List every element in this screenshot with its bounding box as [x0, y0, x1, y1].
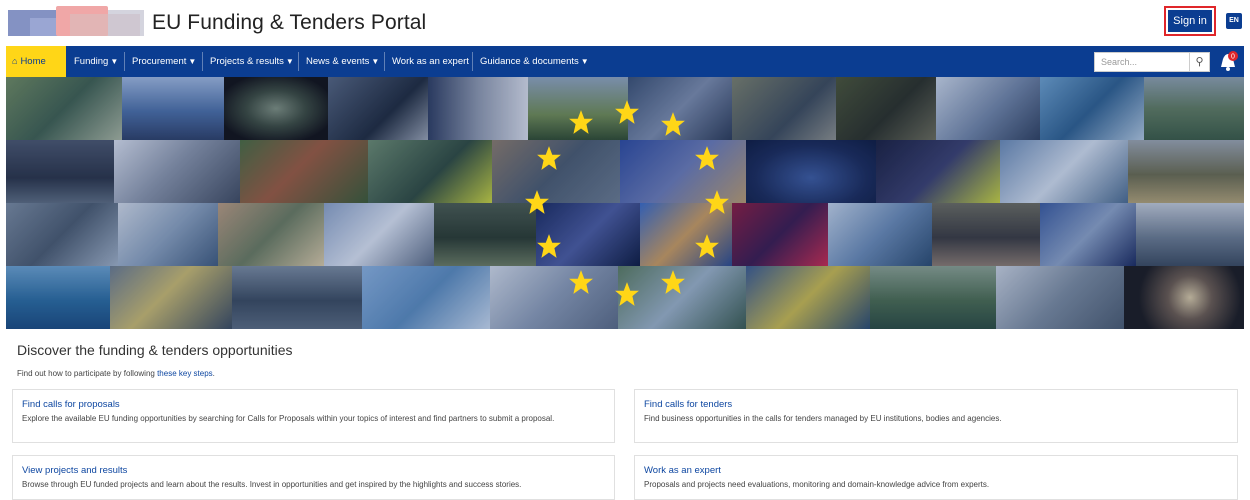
card-title[interactable]: Work as an expert — [644, 465, 721, 476]
sign-in-button[interactable]: Sign in — [1164, 6, 1216, 36]
nav-funding-label: Funding — [74, 56, 109, 67]
key-steps-link[interactable]: these key steps — [157, 369, 213, 378]
eu-star-icon — [661, 270, 685, 294]
notification-count: 0 — [1231, 54, 1235, 61]
eu-star-icon — [695, 234, 719, 258]
search-input[interactable]: Search... — [1094, 52, 1190, 72]
card-description: Browse through EU funded projects and le… — [22, 480, 522, 489]
intro-suffix: . — [212, 369, 215, 378]
nav-projects-label: Projects & results — [210, 56, 284, 67]
language-selector[interactable]: EN — [1226, 13, 1242, 29]
search-icon[interactable]: ⚲ — [1190, 52, 1210, 72]
eu-star-icon — [695, 146, 719, 170]
site-header: EU Funding & Tenders Portal Sign in EN — [0, 0, 1250, 46]
nav-funding[interactable]: Funding ▼ — [68, 46, 124, 77]
page-heading: Discover the funding & tenders opportuni… — [17, 342, 293, 358]
card-find-calls-tenders[interactable]: Find calls for tenders Find business opp… — [634, 389, 1238, 443]
nav-expert[interactable]: Work as an expert — [386, 46, 475, 77]
nav-guidance[interactable]: Guidance & documents ▼ — [474, 46, 595, 77]
intro-text: Find out how to participate by following… — [17, 369, 215, 378]
card-work-expert[interactable]: Work as an expert Proposals and projects… — [634, 455, 1238, 500]
nav-home-label: Home — [20, 56, 46, 67]
home-icon: ⌂ — [12, 56, 18, 66]
eu-star-icon — [569, 110, 593, 134]
card-title[interactable]: Find calls for tenders — [644, 399, 732, 410]
eu-star-icon — [537, 234, 561, 258]
portal-title[interactable]: EU Funding & Tenders Portal — [152, 11, 426, 35]
sign-in-label: Sign in — [1168, 10, 1212, 32]
eu-star-icon — [525, 190, 549, 214]
nav-home[interactable]: ⌂ Home — [6, 46, 66, 77]
nav-guidance-label: Guidance & documents — [480, 56, 579, 67]
eu-star-icon — [705, 190, 729, 214]
card-description: Explore the available EU funding opportu… — [22, 414, 555, 423]
nav-news-label: News & events — [306, 56, 370, 67]
eu-star-icon — [615, 282, 639, 306]
card-title[interactable]: Find calls for proposals — [22, 399, 120, 410]
card-title[interactable]: View projects and results — [22, 465, 127, 476]
card-description: Proposals and projects need evaluations,… — [644, 480, 990, 489]
nav-procurement-label: Procurement — [132, 56, 187, 67]
eu-logo[interactable] — [8, 6, 146, 40]
eu-star-icon — [569, 270, 593, 294]
nav-procurement[interactable]: Procurement ▼ — [126, 46, 202, 77]
eu-star-icon — [615, 100, 639, 124]
caret-down-icon: ▼ — [188, 57, 197, 66]
eu-star-icon — [537, 146, 561, 170]
caret-down-icon: ▼ — [110, 57, 119, 66]
caret-down-icon: ▼ — [285, 57, 294, 66]
caret-down-icon: ▼ — [580, 57, 589, 66]
nav-projects[interactable]: Projects & results ▼ — [204, 46, 300, 77]
nav-expert-label: Work as an expert — [392, 56, 469, 67]
caret-down-icon: ▼ — [371, 57, 380, 66]
card-view-projects[interactable]: View projects and results Browse through… — [12, 455, 615, 500]
intro-prefix: Find out how to participate by following — [17, 369, 158, 378]
card-find-calls-proposals[interactable]: Find calls for proposals Explore the ava… — [12, 389, 615, 443]
nav-news[interactable]: News & events ▼ — [300, 46, 385, 77]
eu-star-icon — [661, 112, 685, 136]
card-description: Find business opportunities in the calls… — [644, 414, 1002, 423]
main-navigation: ⌂ Home Funding ▼ Procurement ▼ Projects & r… — [6, 46, 1244, 77]
bell-icon[interactable]: 0 — [1218, 50, 1238, 72]
hero-collage — [6, 77, 1244, 329]
